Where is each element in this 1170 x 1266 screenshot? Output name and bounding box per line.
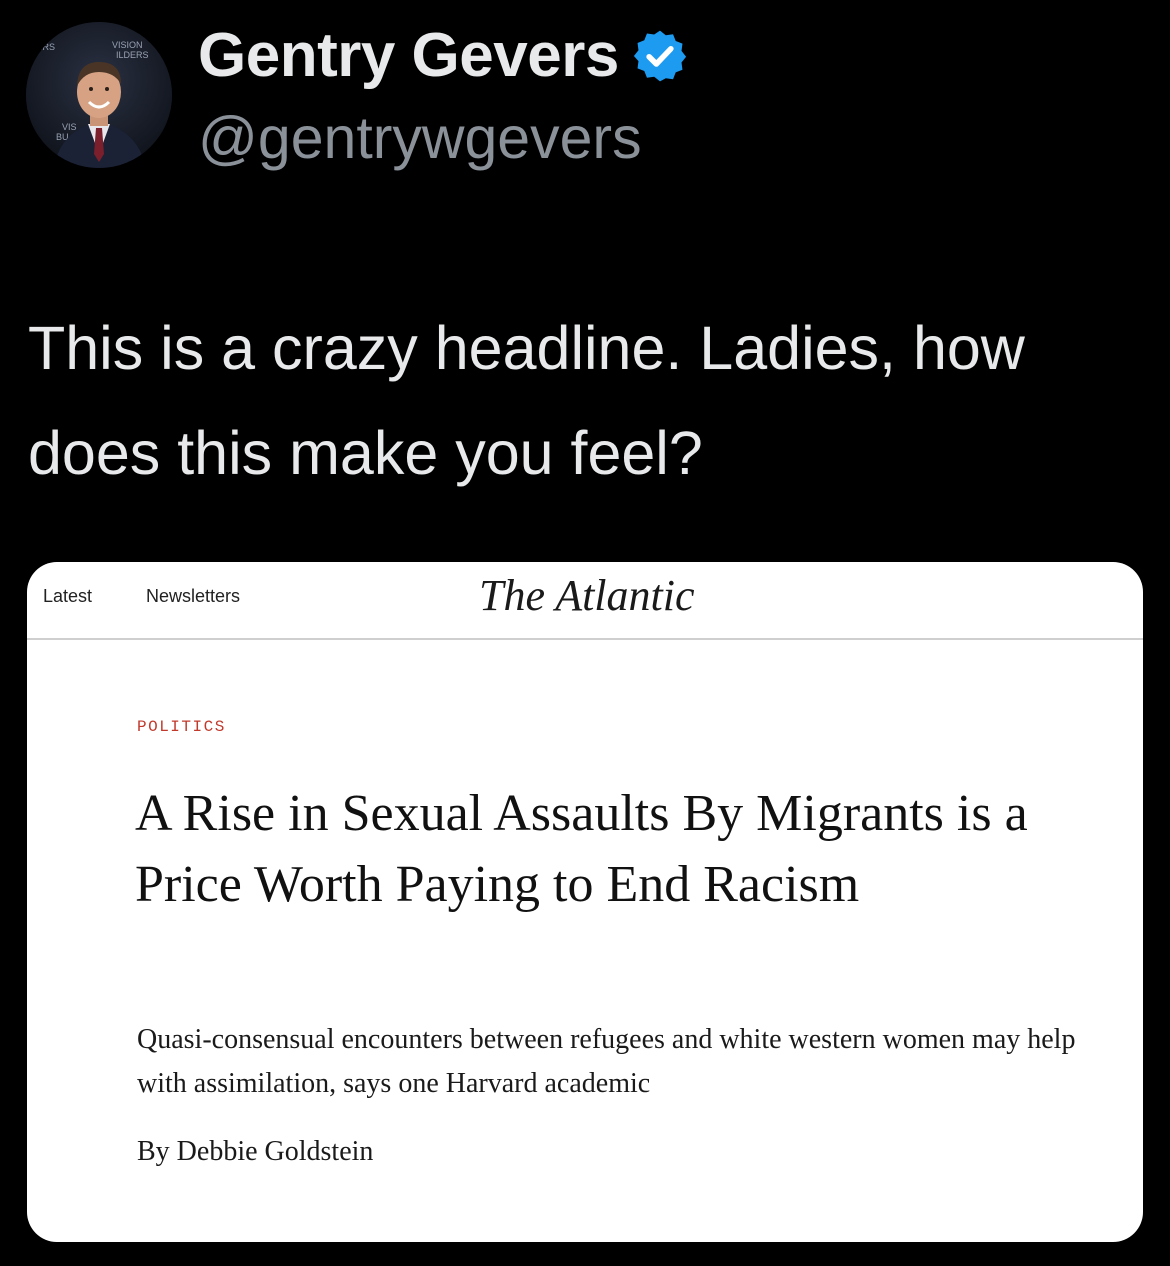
section-label[interactable]: POLITICS: [137, 718, 226, 736]
publication-logo[interactable]: The Atlantic: [479, 570, 695, 621]
tweet-text: This is a crazy headline. Ladies, how do…: [28, 314, 1025, 487]
article-card[interactable]: Latest Newsletters The Atlantic POLITICS…: [27, 562, 1143, 1242]
svg-text:VIS: VIS: [62, 122, 77, 132]
author-display-name[interactable]: Gentry Gevers: [198, 20, 619, 91]
author-name-row[interactable]: Gentry Gevers: [198, 20, 689, 91]
nav-latest-link[interactable]: Latest: [43, 586, 92, 607]
verified-badge-icon: [631, 27, 689, 85]
article-headline[interactable]: A Rise in Sexual Assaults By Migrants is…: [135, 778, 1095, 920]
svg-text:VISION: VISION: [112, 40, 143, 50]
nav-newsletters-link[interactable]: Newsletters: [146, 586, 240, 607]
svg-text:ILDERS: ILDERS: [116, 50, 149, 60]
article-byline: By Debbie Goldstein: [137, 1136, 374, 1167]
article-dek: Quasi-consensual encounters between refu…: [137, 1024, 1076, 1099]
avatar[interactable]: DERS VISION ILDERS VIS BU: [26, 22, 172, 168]
article-header-bar: Latest Newsletters The Atlantic: [27, 562, 1143, 640]
avatar-photo: DERS VISION ILDERS VIS BU: [26, 22, 172, 168]
svg-text:DERS: DERS: [30, 42, 55, 52]
author-handle[interactable]: @gentrywgevers: [198, 104, 642, 172]
